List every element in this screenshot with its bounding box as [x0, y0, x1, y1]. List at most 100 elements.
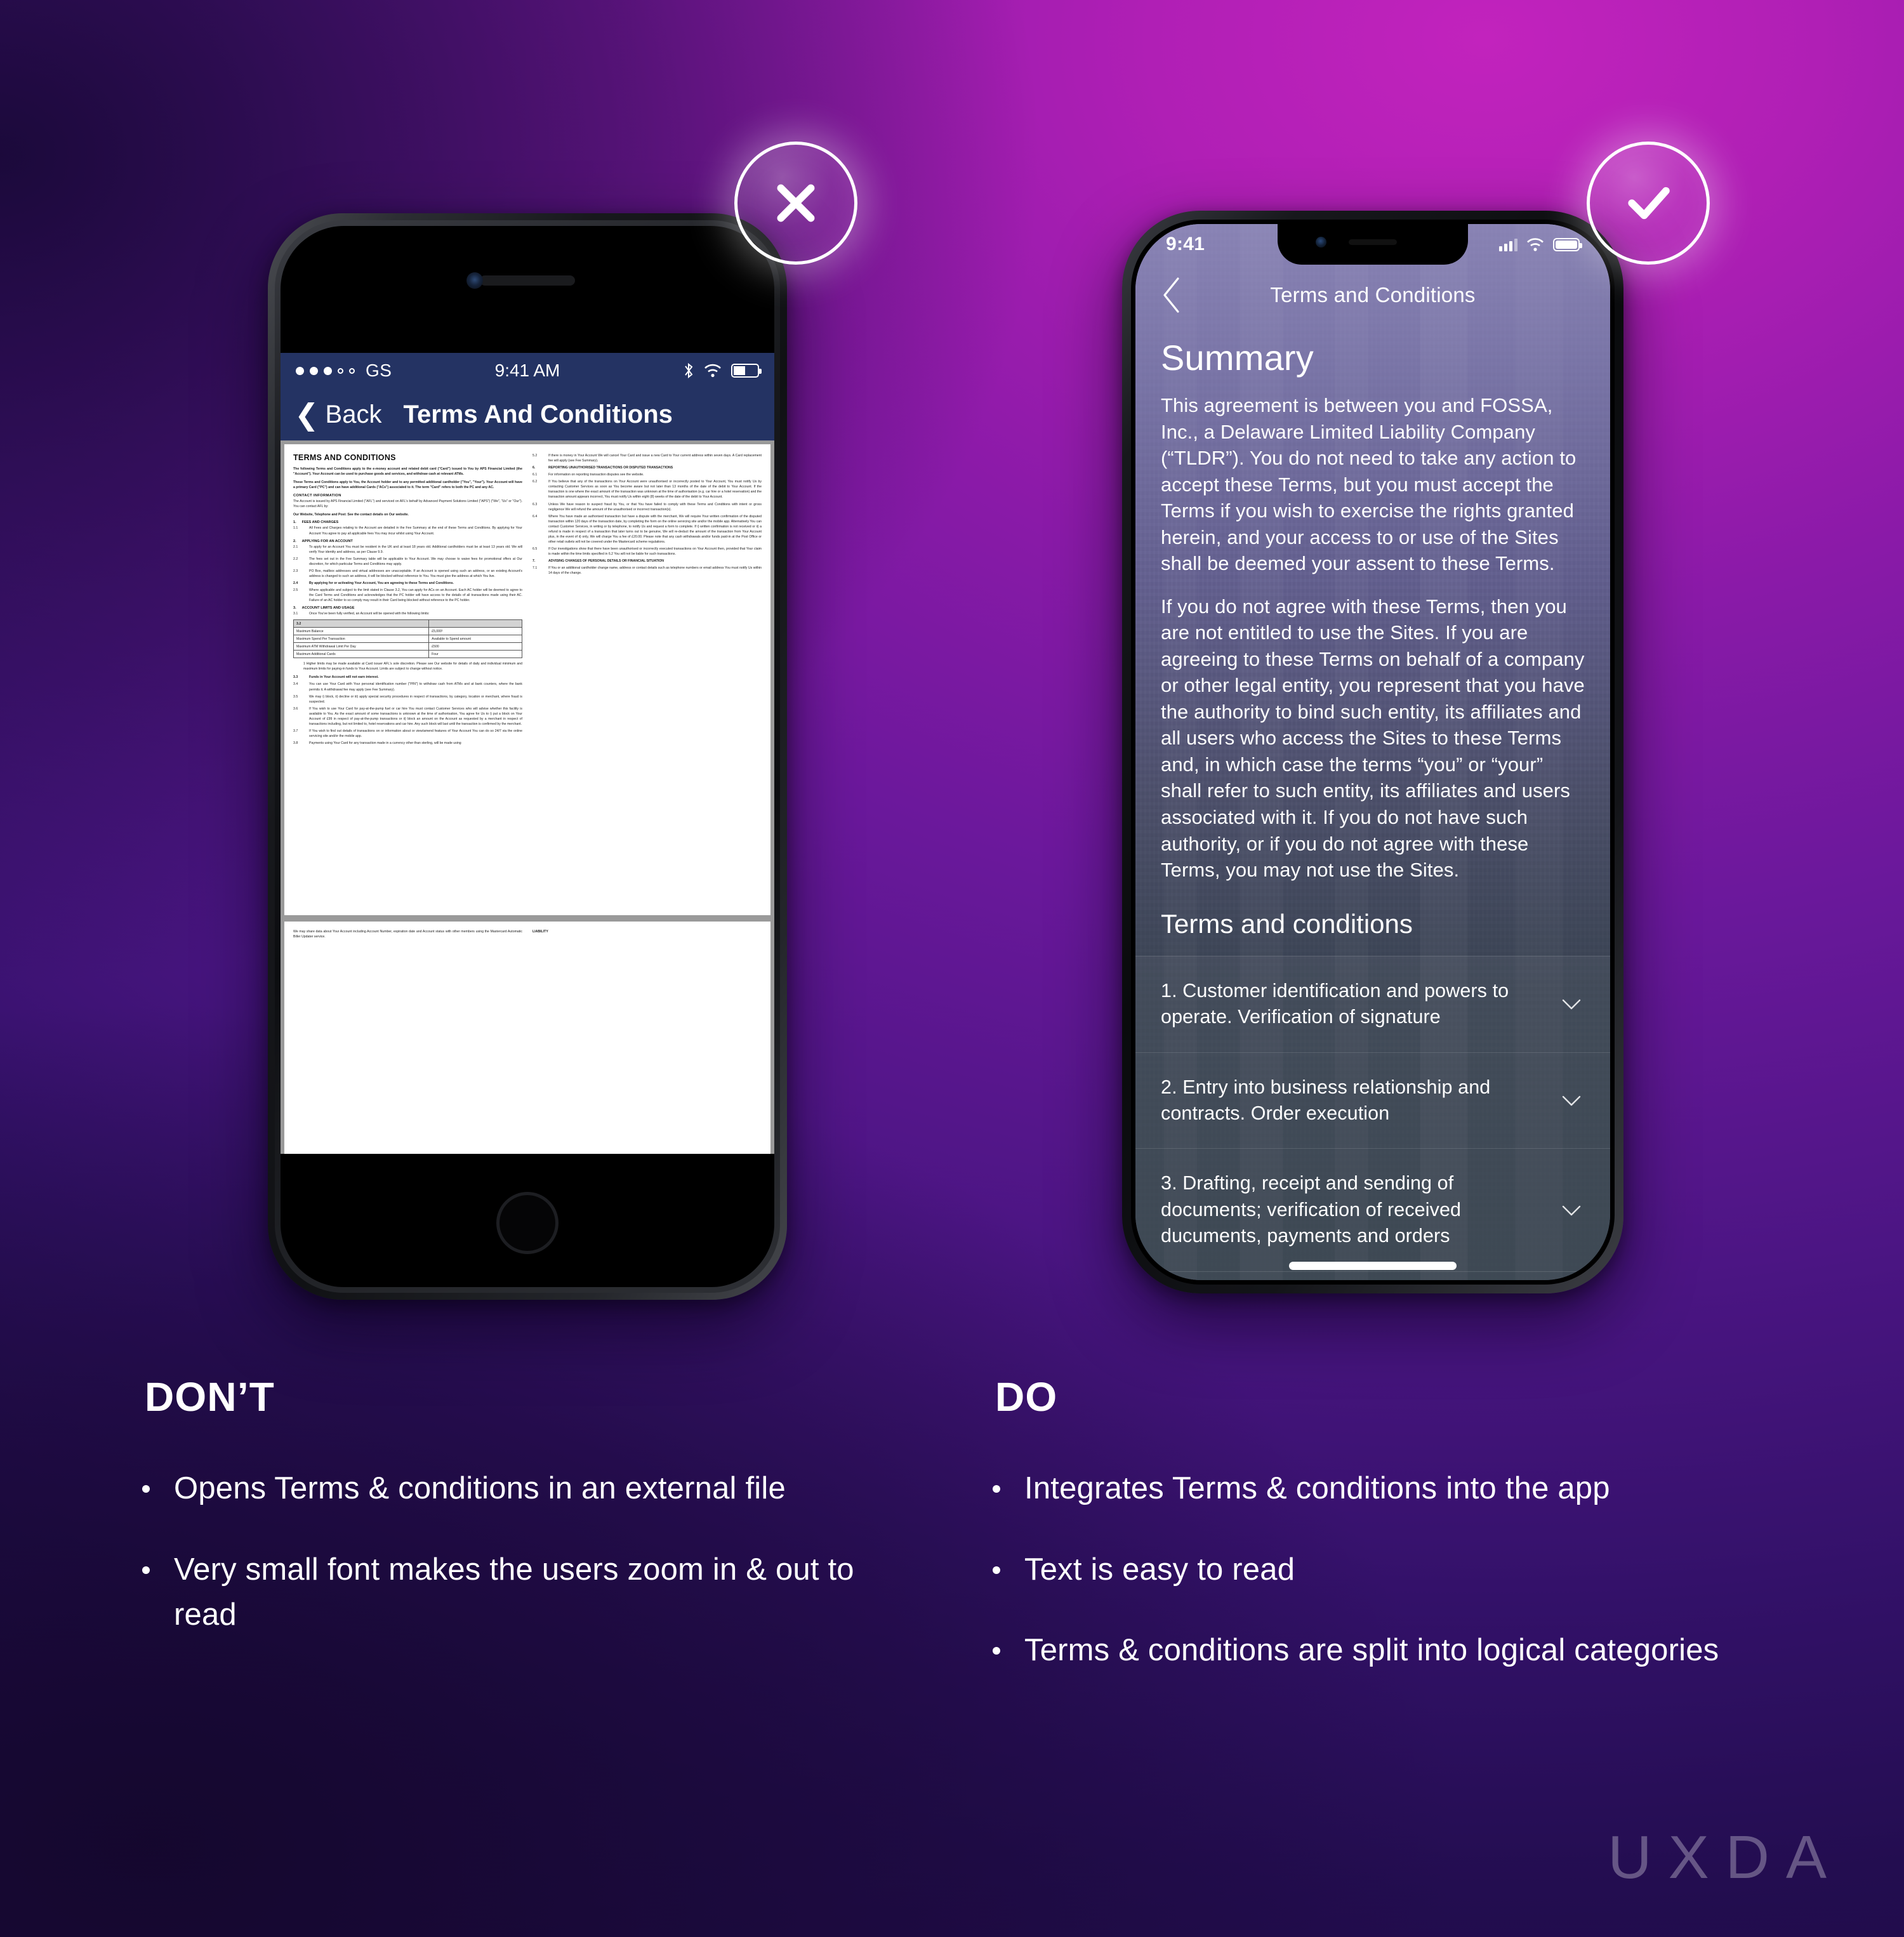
cellular-signal-icon — [1499, 238, 1517, 251]
doc-clause: 5.2 If there is money in Your Account We… — [532, 454, 762, 463]
summary-heading: Summary — [1161, 338, 1314, 378]
table-cell: Maximum Spend Per Transaction — [293, 635, 430, 644]
dont-bullet-list: Opens Terms & conditions in an external … — [137, 1466, 911, 1674]
home-indicator[interactable] — [1289, 1262, 1457, 1270]
page2-right-heading: LIABILITY — [532, 930, 548, 934]
doc-section-title: FEES AND CHARGES — [301, 520, 339, 525]
table-cell: Maximum Balance — [293, 627, 430, 636]
earpiece-speaker-icon — [480, 275, 575, 286]
doc-clause: 6.4 Where You have made an authorised tr… — [532, 514, 762, 544]
status-time: 9:41 AM — [494, 360, 560, 380]
doc-clause: 2.3 PO Box, mailbox addresses and virtua… — [293, 569, 522, 578]
pdf-page-separator — [284, 915, 770, 922]
list-item: Terms & conditions are split into logica… — [988, 1628, 1762, 1674]
doc-clause: 3.4 You can use Your Card with Your pers… — [293, 682, 522, 692]
pdf-page-1: TERMS AND CONDITIONS The following Terms… — [284, 444, 770, 1154]
chevron-left-icon: ❮ — [294, 398, 319, 431]
doc-clause: 3.5 We may i) block, ii) decline or iii)… — [293, 694, 522, 704]
doc-intro-1: The following Terms and Conditions apply… — [293, 467, 522, 477]
chevron-down-icon — [1558, 1197, 1585, 1224]
table-header-cell: 3.2 — [293, 619, 430, 628]
list-item: Integrates Terms & conditions into the a… — [988, 1466, 1762, 1512]
doc-clause: 3.8 Payments using Your Card for any tra… — [293, 741, 461, 746]
close-x-icon — [777, 184, 815, 222]
table-cell: Four — [428, 650, 522, 659]
accordion-item-3[interactable]: 3. Drafting, receipt and sending of docu… — [1135, 1148, 1610, 1271]
terms-section-heading: Terms and conditions — [1161, 908, 1413, 939]
wifi-icon — [704, 364, 721, 378]
doc-section-num: 1. — [293, 520, 296, 525]
accordion-label: 3. Drafting, receipt and sending of docu… — [1161, 1172, 1462, 1247]
accordion-item-4[interactable]: 4. Communication (transmission) failures… — [1135, 1271, 1610, 1280]
status-time: 9:41 — [1166, 234, 1205, 255]
chevron-left-icon — [1163, 277, 1179, 313]
chevron-down-icon — [1558, 1087, 1585, 1114]
wifi-icon — [1527, 237, 1544, 251]
doc-contact-body: The Account is issued by APS Financial L… — [293, 499, 522, 509]
doc-clause: 6.3 Unless We have reason to suspect fra… — [532, 502, 762, 512]
doc-contact-heading: CONTACT INFORMATION — [293, 494, 341, 498]
doc-contact-bold: Our Website, Telephone and Post: See the… — [293, 513, 409, 517]
doc-clause: 1.1 All Fees and Charges relating to the… — [293, 526, 522, 536]
right-status-bar: 9:41 — [1135, 224, 1610, 265]
summary-section: Summary This agreement is between you an… — [1135, 321, 1610, 883]
doc-section-title: 6. REPORTING UNAUTHORISED TRANSACTIONS O… — [532, 466, 673, 470]
table-footnote: 1 Higher limits may be made available at… — [303, 662, 522, 671]
phone-bezel-right: 9:41 Terms and Conditions Summary This a… — [1131, 220, 1615, 1285]
left-status-bar: GS 9:41 AM — [281, 353, 774, 388]
signal-strength-icon: GS — [296, 360, 392, 381]
table-cell: Available to Spend amount — [428, 635, 522, 644]
limits-table: 3.2 Maximum Balance £5,000¹ Maximum Spend… — [293, 619, 522, 659]
right-page-title: Terms and Conditions — [1270, 283, 1476, 307]
table-cell: £5,000¹ — [428, 627, 522, 636]
doc-clause: 3.7 If You wish to find out details of t… — [293, 729, 522, 738]
right-phone-screen: 9:41 Terms and Conditions Summary This a… — [1135, 224, 1610, 1280]
back-button-label: Back — [325, 400, 382, 428]
phone-mockup-dont: GS 9:41 AM ❮ Back Terms And Conditions T… — [268, 213, 787, 1300]
doc-clause: 6.2 If You believe that any of the trans… — [532, 480, 762, 499]
doc-clause: 3.3 Funds in Your Account will not earn … — [293, 675, 379, 680]
left-nav-bar: ❮ Back Terms And Conditions — [281, 388, 774, 440]
accordion-item-2[interactable]: 2. Entry into business relationship and … — [1135, 1052, 1610, 1149]
back-button[interactable] — [1161, 276, 1182, 314]
page2-left-text: We may share data about Your Account inc… — [293, 930, 522, 939]
doc-section-1-title: 1. FEES AND CHARGES — [293, 520, 522, 524]
home-button[interactable] — [496, 1192, 559, 1254]
right-scroll-content[interactable]: Summary This agreement is between you an… — [1135, 321, 1610, 1280]
uxda-logo: UXDA — [1608, 1823, 1843, 1891]
doc-section-3-title: 3. ACCOUNT LIMITS AND USAGE — [293, 606, 355, 611]
doc-clause: 6.1 For information on reporting transac… — [532, 473, 644, 477]
accordion-item-1[interactable]: 1. Customer identification and powers to… — [1135, 955, 1610, 1052]
left-page-title: Terms And Conditions — [403, 400, 673, 428]
carrier-label: GS — [366, 360, 392, 380]
list-item: Very small font makes the users zoom in … — [137, 1547, 911, 1638]
checkmark-icon — [1628, 187, 1670, 220]
back-button[interactable]: ❮ Back — [294, 400, 381, 429]
right-nav-bar: Terms and Conditions — [1135, 272, 1610, 318]
doc-section-2-title: 2. APPLYING FOR AN ACCOUNT — [293, 539, 353, 543]
doc-heading: TERMS AND CONDITIONS — [293, 453, 396, 462]
summary-paragraph-1: This agreement is between you and FOSSA,… — [1161, 394, 1577, 575]
list-item: Opens Terms & conditions in an external … — [137, 1466, 911, 1512]
table-cell: £500 — [428, 642, 522, 651]
do-bullet-list: Integrates Terms & conditions into the a… — [988, 1466, 1762, 1709]
phone-bezel-left: GS 9:41 AM ❮ Back Terms And Conditions T… — [275, 220, 780, 1293]
doc-intro-2: These Terms and Conditions apply to You,… — [293, 480, 522, 490]
chevron-down-icon — [1558, 991, 1585, 1017]
doc-clause: 2.1 To apply for an Account You must be … — [293, 545, 522, 554]
table-cell: Maximum ATM Withdrawal Limit Per Day — [293, 642, 430, 651]
battery-icon — [731, 364, 762, 378]
accordion-label: 1. Customer identification and powers to… — [1161, 979, 1509, 1028]
pdf-page-2: We may share data about Your Account inc… — [284, 922, 770, 1154]
doc-clause: 2.5 Where applicable and subject to the … — [293, 588, 522, 603]
accordion-label: 2. Entry into business relationship and … — [1161, 1076, 1491, 1124]
dont-heading: DON’T — [145, 1374, 275, 1420]
pdf-viewer[interactable]: TERMS AND CONDITIONS The following Terms… — [281, 440, 774, 1154]
list-item: Text is easy to read — [988, 1547, 1762, 1593]
doc-clause: 2.2 The fees set out in the Fee Summary … — [293, 557, 522, 566]
doc-section-title: 7. ADVISING CHANGES OF PERSONAL DETAILS … — [532, 559, 664, 564]
table-cell: Maximum Additional Cards — [293, 650, 430, 659]
left-phone-screen: GS 9:41 AM ❮ Back Terms And Conditions T… — [281, 353, 774, 1154]
front-camera-icon — [466, 272, 483, 289]
doc-clause: 3.1 Once You've been fully verified, an … — [293, 612, 430, 616]
